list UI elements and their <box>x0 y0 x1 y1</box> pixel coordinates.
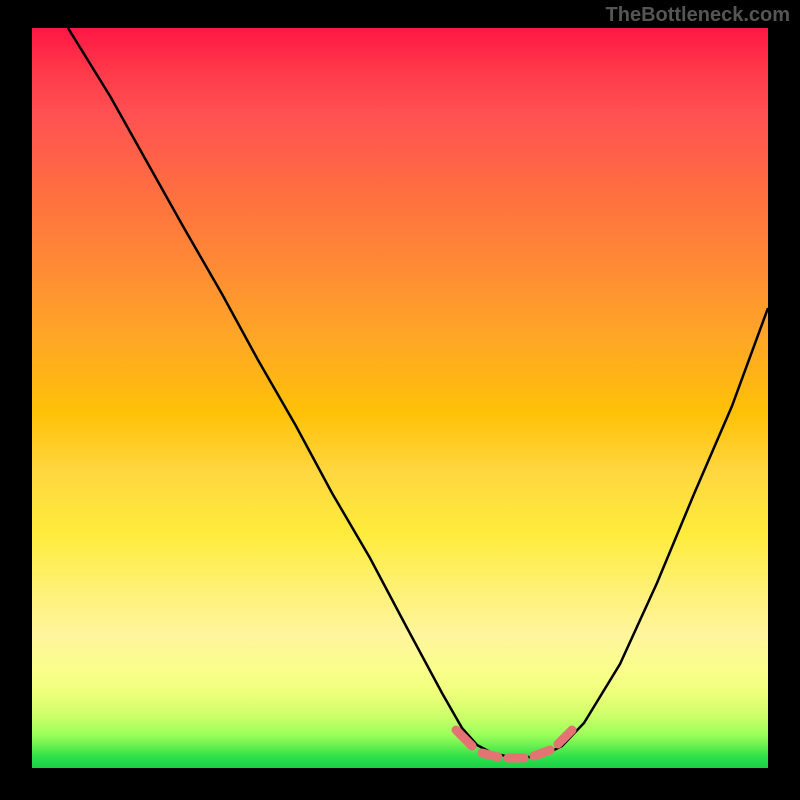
bottleneck-curve-path <box>68 28 768 757</box>
watermark-text: TheBottleneck.com <box>606 4 790 27</box>
optimal-zone-marker <box>456 730 572 758</box>
chart-plot-area <box>32 28 768 768</box>
chart-curve-svg <box>32 28 768 768</box>
